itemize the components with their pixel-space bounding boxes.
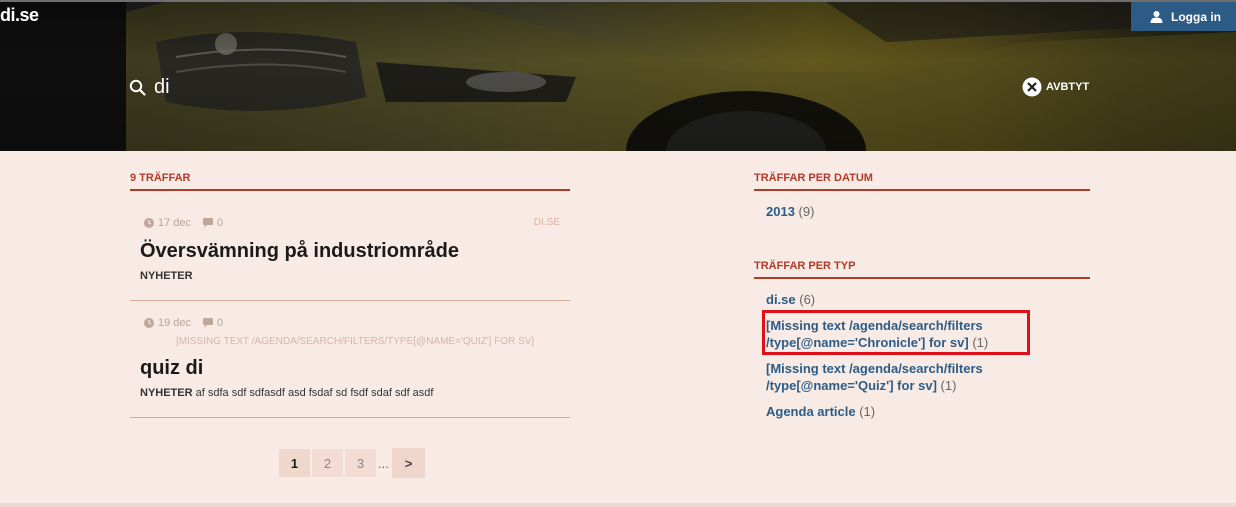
filter-type-quiz[interactable]: [Missing text /agenda/search/filters /ty…	[766, 360, 983, 394]
result-date: 17 dec	[158, 217, 192, 229]
hero-banner: di.se Logga in di AVBTYT	[0, 0, 1236, 151]
comment-icon	[203, 218, 214, 228]
site-logo[interactable]: di.se	[0, 5, 39, 26]
pagination-ellipsis: ...	[378, 455, 389, 471]
page-2-button[interactable]: 2	[312, 449, 343, 477]
filter-label: di.se	[766, 292, 796, 307]
result-comment-count: 0	[217, 217, 224, 229]
filter-label-line1: [Missing text /agenda/search/filters	[766, 361, 983, 376]
hero-overlay	[0, 0, 1236, 151]
search-input-value[interactable]: di	[154, 76, 170, 98]
clock-icon	[144, 218, 154, 228]
results-count-heading: 9 TRÄFFAR	[130, 172, 570, 191]
clock-icon	[144, 318, 154, 328]
result-title[interactable]: quiz di	[140, 357, 203, 380]
result-category-label: NYHETER	[140, 387, 193, 399]
result-source: [MISSING TEXT /AGENDA/SEARCH/FILTERS/TYP…	[176, 336, 535, 347]
result-snippet: af sdfa sdf sdfasdf asd fsdaf sd fsdf sd…	[195, 387, 434, 399]
pagination: 1 2 3 ... >	[279, 448, 427, 478]
filter-type-heading: TRÄFFAR PER TYP	[754, 260, 1090, 279]
result-meta: 17 dec 0	[144, 217, 223, 229]
result-category: NYHETER af sdfa sdf sdfasdf asd fsdaf sd…	[140, 387, 433, 399]
page-bottom-edge	[0, 503, 1236, 507]
result-meta: 19 dec 0	[144, 317, 223, 329]
filter-count: (1)	[940, 378, 957, 393]
filter-count: (6)	[799, 292, 816, 307]
page-1-button[interactable]: 1	[279, 449, 310, 477]
result-title[interactable]: Översvämning på industriområde	[140, 240, 459, 263]
login-label: Logga in	[1171, 9, 1221, 24]
filter-date-2013[interactable]: 2013 (9)	[766, 203, 814, 220]
filter-label: Agenda article	[766, 404, 856, 419]
filter-label-line2: /type[@name='Quiz'] for sv]	[766, 378, 937, 393]
cancel-label: AVBTYT	[1046, 81, 1090, 93]
result-category-label: NYHETER	[140, 270, 193, 282]
result-date: 19 dec	[158, 317, 192, 329]
filter-date-heading: TRÄFFAR PER DATUM	[754, 172, 1090, 191]
highlight-box	[762, 310, 1030, 355]
filter-type-dise[interactable]: di.se (6)	[766, 291, 815, 308]
search-result[interactable]: 17 dec 0 DI.SE Översvämning på industrio…	[130, 207, 570, 301]
page-3-button[interactable]: 3	[345, 449, 376, 477]
filter-count: (9)	[798, 204, 815, 219]
result-comment-count: 0	[217, 317, 224, 329]
close-icon	[1022, 77, 1042, 97]
cancel-search-button[interactable]: AVBTYT	[1022, 77, 1089, 97]
result-source: DI.SE	[533, 217, 560, 228]
filter-count: (1)	[859, 404, 876, 419]
login-button[interactable]: Logga in	[1131, 2, 1236, 31]
result-category: NYHETER	[140, 270, 193, 282]
user-icon	[1150, 11, 1163, 23]
filter-type-agenda-article[interactable]: Agenda article (1)	[766, 403, 875, 420]
next-page-button[interactable]: >	[392, 448, 425, 478]
search-field[interactable]: di	[129, 76, 170, 98]
search-result[interactable]: 19 dec 0 [MISSING TEXT /AGENDA/SEARCH/FI…	[130, 307, 570, 418]
comment-icon	[203, 318, 214, 328]
filter-label: 2013	[766, 204, 795, 219]
search-icon	[129, 79, 146, 96]
